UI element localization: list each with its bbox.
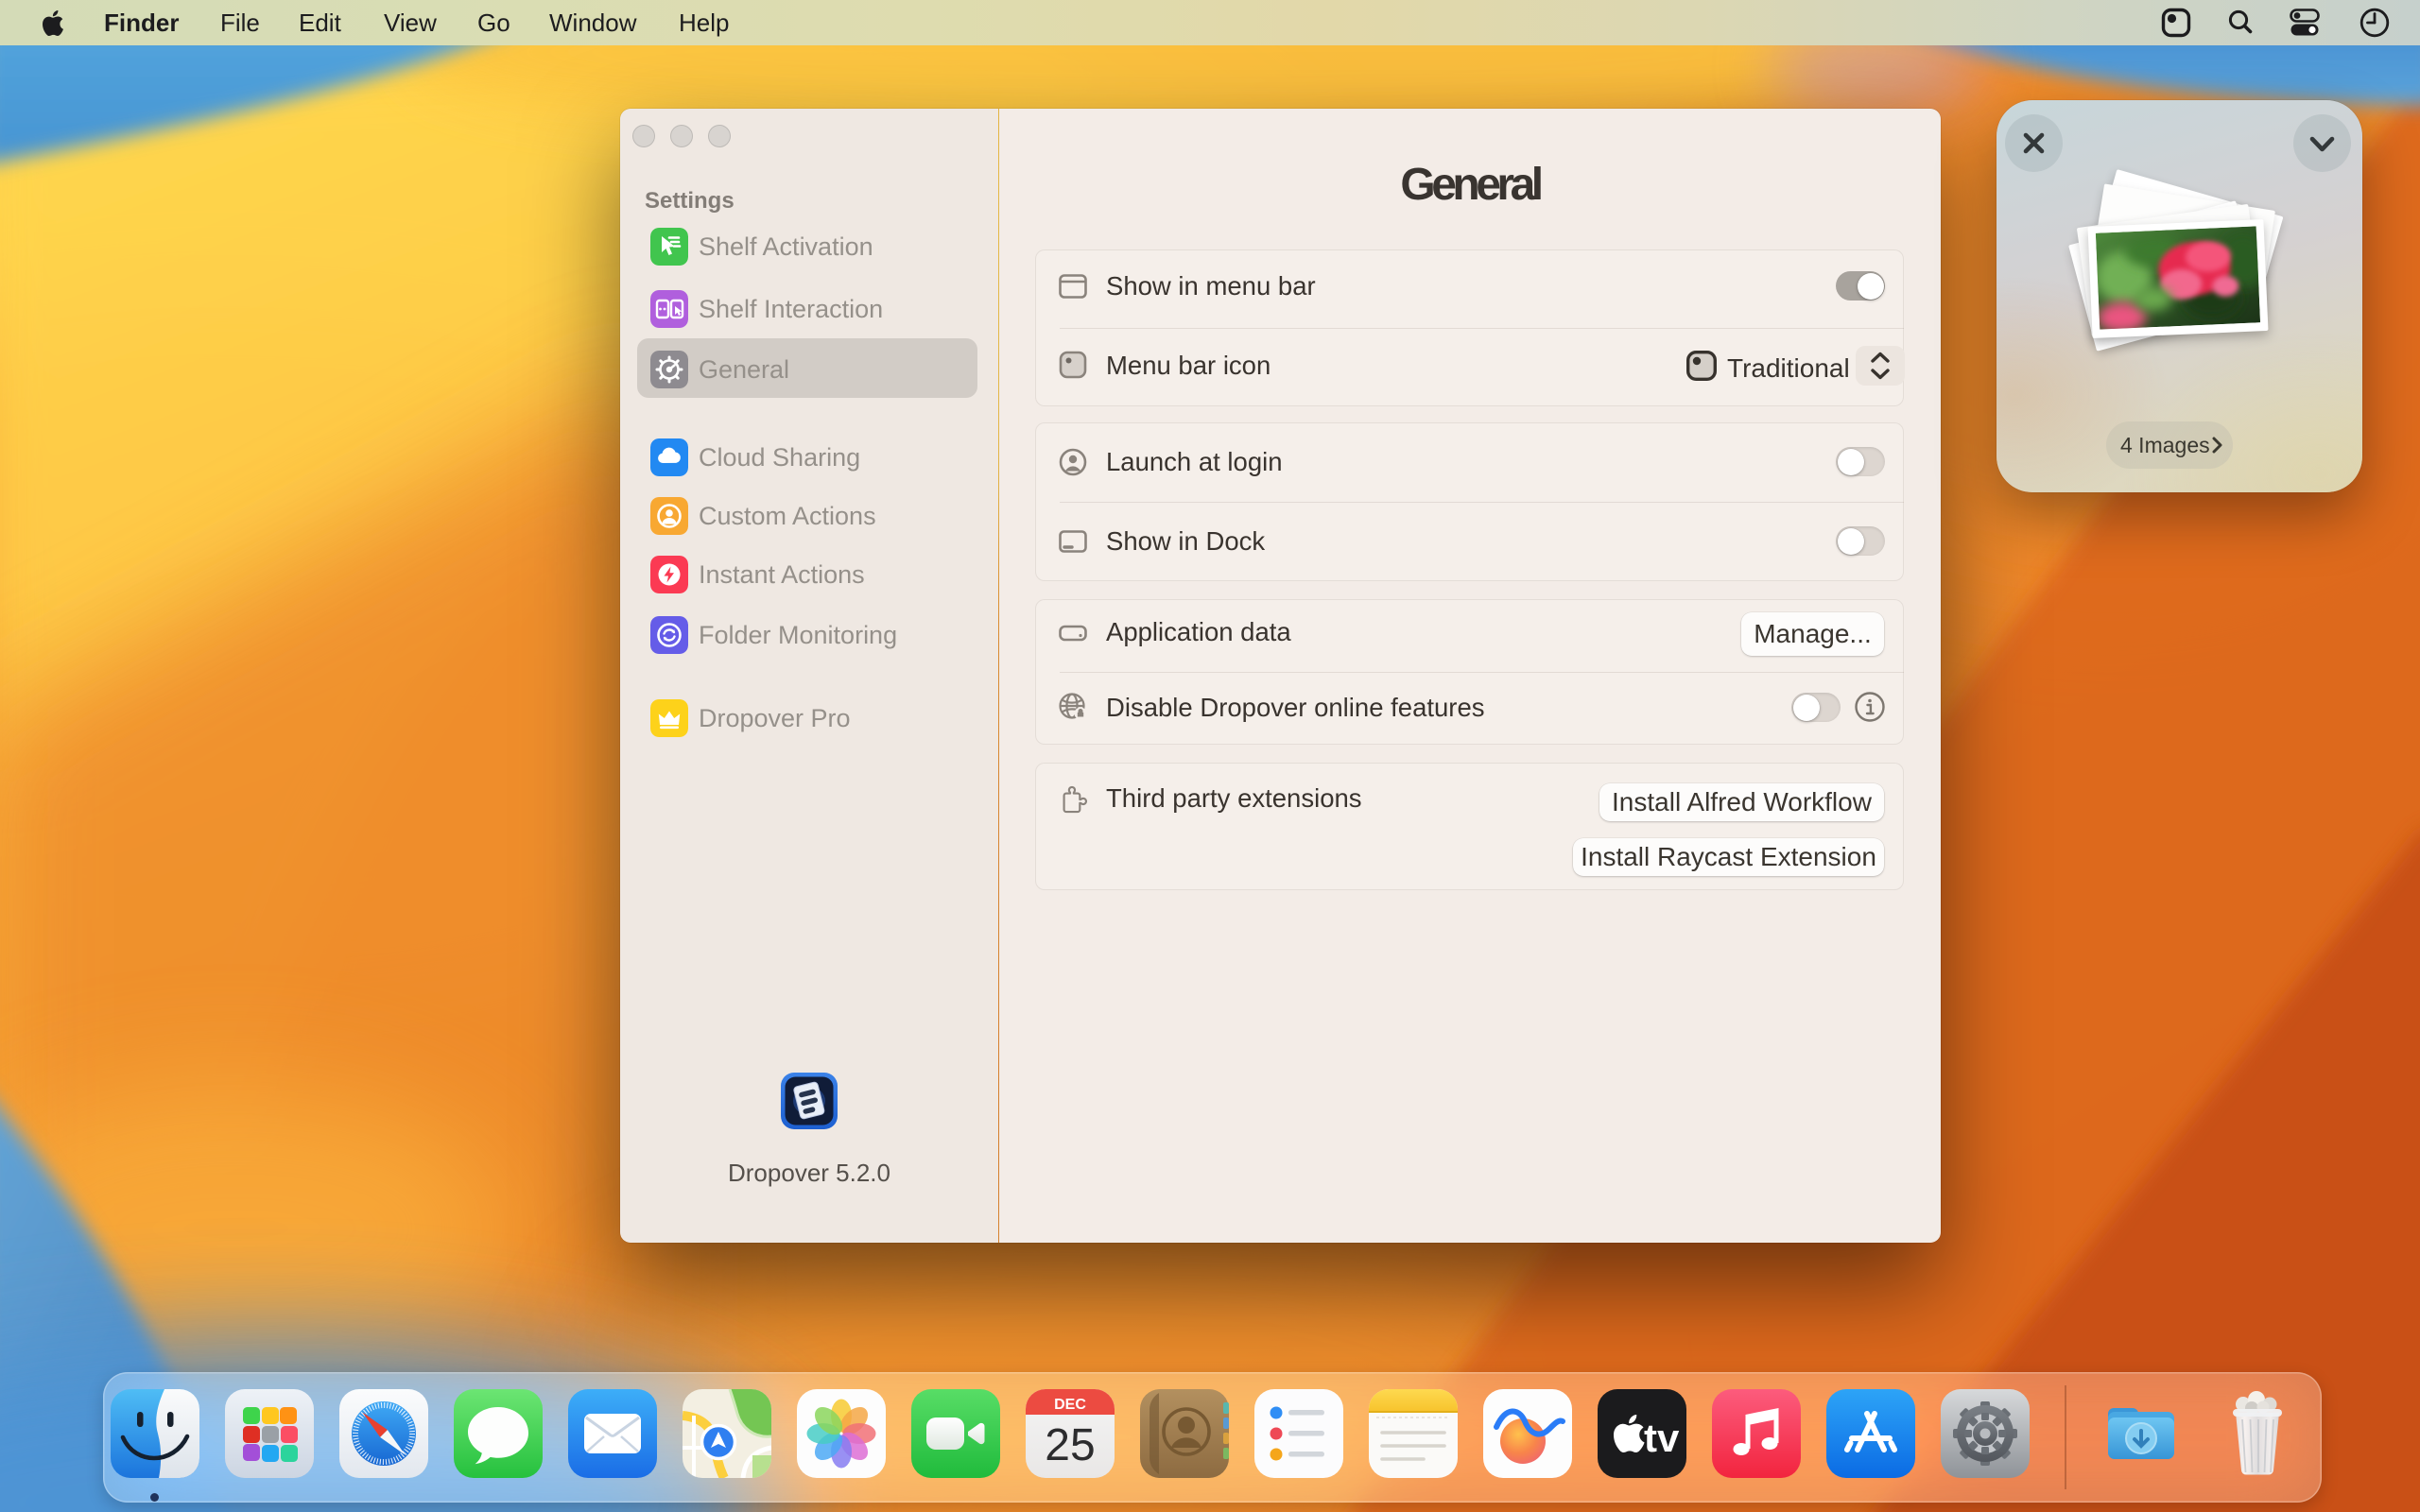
svg-text:25: 25 (1045, 1420, 1095, 1470)
svg-text:tv: tv (1644, 1416, 1680, 1460)
svg-text:DEC: DEC (1054, 1397, 1086, 1413)
